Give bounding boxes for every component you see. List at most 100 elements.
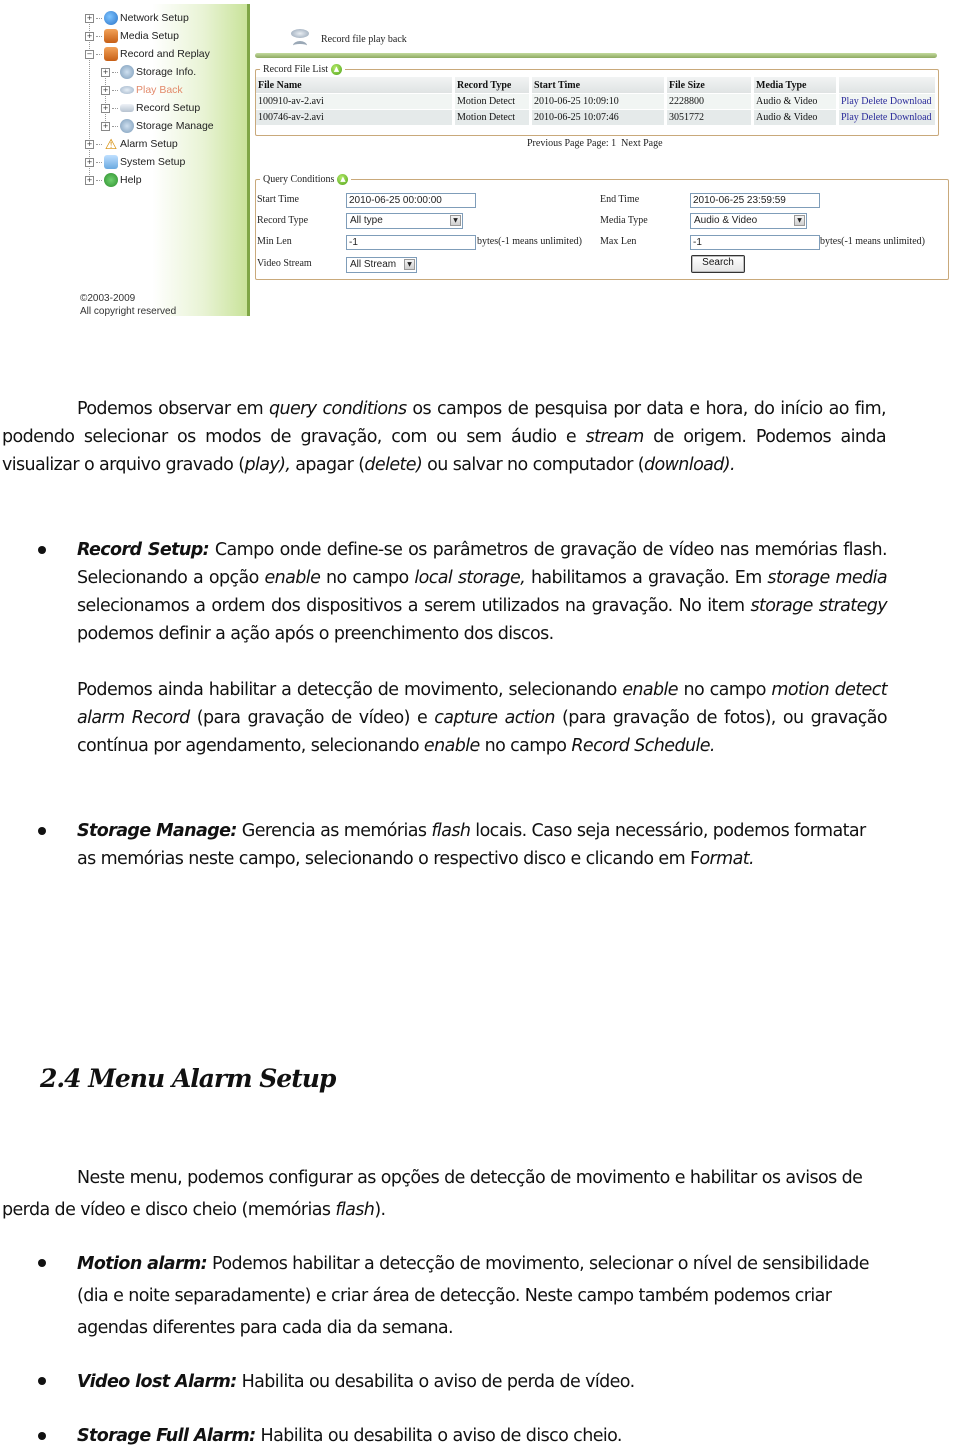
sidebar-item-label: System Setup (120, 156, 186, 168)
video-stream-label: Video Stream (257, 258, 312, 269)
text: Podemos observar em (77, 399, 269, 419)
storage-manage-icon (120, 119, 134, 133)
file-name: 100746-av-2.avi (256, 109, 455, 125)
file-name: 100910-av-2.avi (256, 93, 455, 110)
expand-icon[interactable]: + (101, 103, 110, 113)
record-file-list-legend: Record File List ▲ (260, 64, 345, 75)
page-indicator: Page: 1 (586, 138, 617, 149)
sidebar-item-record-setup[interactable]: + Record Setup (85, 99, 214, 117)
emphasis: enable (622, 680, 678, 700)
download-link[interactable]: Download (890, 112, 932, 123)
item-title: Storage Manage: (77, 821, 237, 841)
record-type-select[interactable]: All type ▼ (346, 213, 463, 229)
header-divider (255, 53, 937, 58)
media-type-select[interactable]: Audio & Video ▼ (690, 213, 807, 229)
list-item-motion-alarm: Motion alarm: Podemos habilitar a detecç… (77, 1248, 887, 1344)
play-link[interactable]: Play (841, 96, 859, 107)
media-type-label: Media Type (600, 215, 648, 226)
dropdown-arrow-icon[interactable]: ▼ (404, 259, 415, 270)
playback-disc-icon (120, 86, 134, 94)
play-link[interactable]: Play (841, 112, 859, 123)
collapse-up-icon[interactable]: ▲ (331, 64, 342, 75)
text: selecionamos a ordem dos dispositivos a … (77, 596, 751, 616)
row-actions: Play Delete Download (837, 109, 938, 125)
item-title: Record Setup: (77, 540, 210, 560)
start-time: 2010-06-25 10:07:46 (530, 109, 667, 125)
bullet-icon (38, 827, 46, 835)
bullet-icon (38, 1377, 46, 1385)
system-icon (104, 155, 118, 169)
text: ou salvar no computador ( (422, 455, 644, 475)
min-len-input[interactable]: -1 (346, 235, 476, 250)
text: ). (374, 1200, 386, 1220)
expand-icon[interactable]: + (85, 139, 94, 149)
next-page-link[interactable]: Next Page (621, 138, 662, 149)
sidebar-item-storage-info[interactable]: + Storage Info. (85, 63, 214, 81)
text: no campo (677, 680, 772, 700)
media-icon (104, 29, 118, 43)
max-len-input[interactable]: -1 (690, 235, 820, 250)
delete-link[interactable]: Delete (861, 112, 887, 123)
list-item-storage-full-alarm: Storage Full Alarm: Habilita ou desabili… (77, 1420, 887, 1452)
text: Habilita ou desabilita o aviso de perda … (236, 1372, 636, 1392)
video-stream-select[interactable]: All Stream ▼ (346, 257, 417, 273)
expand-icon[interactable]: + (101, 67, 110, 77)
list-item-record-setup-continued: Podemos ainda habilitar a detecção de mo… (77, 676, 888, 760)
download-link[interactable]: Download (890, 96, 932, 107)
record-type: Motion Detect (453, 93, 532, 110)
record-replay-icon (104, 47, 118, 61)
search-button[interactable]: Search (691, 255, 745, 273)
section-heading: 2.4 Menu Alarm Setup (40, 1064, 336, 1093)
emphasis: ormat. (699, 849, 754, 869)
expand-icon[interactable]: + (85, 157, 94, 167)
query-conditions-legend: Query Conditions ▲ (260, 174, 351, 185)
dropdown-arrow-icon[interactable]: ▼ (450, 215, 461, 226)
legend-label: Query Conditions (263, 174, 335, 185)
sidebar-item-storage-manage[interactable]: + Storage Manage (85, 117, 214, 135)
dropdown-arrow-icon[interactable]: ▼ (794, 215, 805, 226)
expand-icon[interactable]: + (101, 121, 110, 131)
expand-icon[interactable]: + (85, 175, 94, 185)
text: podemos definir a ação após o preenchime… (77, 624, 554, 644)
sidebar-item-play-back[interactable]: + Play Back (85, 81, 214, 99)
nav-tree: + Network Setup + Media Setup − Record a… (85, 9, 214, 189)
sidebar-item-alarm-setup[interactable]: + ⚠ Alarm Setup (85, 135, 214, 153)
table-row: 100910-av-2.avi Motion Detect 2010-06-25… (256, 93, 938, 110)
expand-icon[interactable]: + (101, 85, 110, 95)
end-time-input[interactable]: 2010-06-25 23:59:59 (690, 193, 820, 208)
file-table: File Name Record Type Start Time File Si… (256, 77, 938, 125)
sidebar-item-media-setup[interactable]: + Media Setup (85, 27, 214, 45)
collapse-icon[interactable]: − (85, 49, 94, 59)
sidebar-item-label: Record and Replay (120, 48, 210, 60)
sidebar-item-system-setup[interactable]: + System Setup (85, 153, 214, 171)
sidebar-item-label: Help (120, 174, 142, 186)
record-type: Motion Detect (453, 109, 532, 125)
playback-icon (289, 29, 311, 49)
emphasis: local storage, (414, 568, 526, 588)
sidebar-item-network-setup[interactable]: + Network Setup (85, 9, 214, 27)
emphasis: flash (431, 821, 471, 841)
previous-page-link[interactable]: Previous Page (527, 138, 584, 149)
emphasis: capture action (434, 708, 555, 728)
sidebar-item-help[interactable]: + Help (85, 171, 214, 189)
start-time-label: Start Time (257, 194, 299, 205)
sidebar: + Network Setup + Media Setup − Record a… (75, 4, 250, 318)
list-item-record-setup: Record Setup: Campo onde define-se os pa… (77, 536, 888, 648)
record-file-list: Record File List ▲ File Name Record Type… (255, 64, 939, 136)
sidebar-item-label: Alarm Setup (120, 138, 178, 150)
collapse-up-icon[interactable]: ▲ (337, 174, 349, 185)
emphasis: enable (423, 736, 480, 756)
delete-link[interactable]: Delete (861, 96, 887, 107)
expand-icon[interactable]: + (85, 13, 94, 23)
copyright: ©2003-2009 All copyright reserved (80, 292, 176, 318)
expand-icon[interactable]: + (85, 31, 94, 41)
list-item-storage-manage: Storage Manage: Gerencia as memórias fla… (77, 817, 887, 873)
text: no campo (320, 568, 415, 588)
sidebar-item-record-and-replay[interactable]: − Record and Replay (85, 45, 214, 63)
sidebar-item-label: Record Setup (136, 102, 201, 114)
emphasis: stream (585, 427, 645, 447)
start-time-input[interactable]: 2010-06-25 00:00:00 (346, 193, 476, 208)
paragraph-alarm-intro: Neste menu, podemos configurar as opções… (2, 1162, 886, 1226)
page-title: Record file play back (321, 33, 407, 45)
column-header: Start Time (530, 77, 667, 94)
